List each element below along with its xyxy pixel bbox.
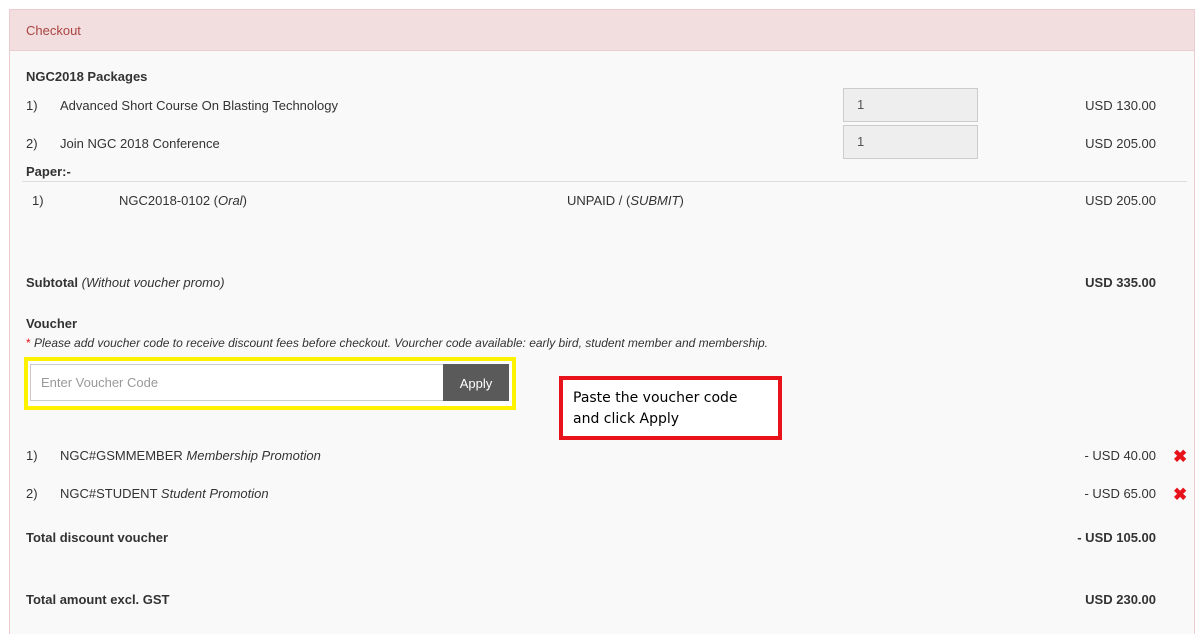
package-name: Join NGC 2018 Conference [60,136,220,151]
voucher-amount: - USD 40.00 [1084,448,1156,463]
total-amount-value: USD 230.00 [1085,592,1156,607]
apply-voucher-button[interactable]: Apply [443,364,509,401]
remove-voucher-icon[interactable]: ✖ [1173,448,1187,465]
panel-title: Checkout [10,10,1194,51]
voucher-code-text: NGC#GSMMEMBER [60,448,183,463]
subtotal-label: Subtotal (Without voucher promo) [26,275,225,290]
quantity-field: 1 [843,125,978,159]
instruction-callout: Paste the voucher code and click Apply [559,376,782,440]
paper-type: Oral [218,193,243,208]
voucher-code: NGC#STUDENT Student Promotion [60,486,269,501]
voucher-heading: Voucher [26,316,78,331]
voucher-number: 2) [26,486,38,501]
required-asterisk: * [26,336,31,350]
voucher-amount: - USD 65.00 [1084,486,1156,501]
voucher-note-text: Please add voucher code to receive disco… [34,336,768,350]
packages-heading: NGC2018 Packages [26,69,148,84]
paper-code: NGC2018-0102 (Oral) [119,193,247,208]
callout-line-1: Paste the voucher code [573,390,738,406]
total-discount-value: - USD 105.00 [1077,530,1156,545]
total-amount-label: Total amount excl. GST [26,592,170,607]
paper-price: USD 205.00 [1085,193,1156,208]
divider [22,181,1187,182]
voucher-code-text: NGC#STUDENT [60,486,158,501]
remove-voucher-icon[interactable]: ✖ [1173,486,1187,503]
package-number: 2) [26,136,38,151]
subtotal-label-text: Subtotal [26,275,78,290]
package-number: 1) [26,98,38,113]
package-price: USD 130.00 [1085,98,1156,113]
paper-status-text: UNPAID [567,193,616,208]
paper-status-detail: SUBMIT [630,193,680,208]
voucher-desc: Membership Promotion [186,448,321,463]
subtotal-note: (Without voucher promo) [81,275,225,290]
voucher-number: 1) [26,448,38,463]
quantity-field: 1 [843,88,978,122]
paper-code-text: NGC2018-0102 [119,193,211,208]
voucher-note: * Please add voucher code to receive dis… [26,336,768,350]
voucher-code: NGC#GSMMEMBER Membership Promotion [60,448,321,463]
voucher-code-input[interactable] [30,364,444,401]
package-name: Advanced Short Course On Blasting Techno… [60,98,338,113]
total-discount-label: Total discount voucher [26,530,169,545]
paper-heading: Paper:- [26,164,71,179]
callout-line-2: and click Apply [573,411,680,427]
paper-status: UNPAID / (SUBMIT) [567,193,684,208]
package-price: USD 205.00 [1085,136,1156,151]
paper-number: 1) [32,193,44,208]
voucher-desc: Student Promotion [160,486,269,501]
subtotal-value: USD 335.00 [1085,275,1156,290]
